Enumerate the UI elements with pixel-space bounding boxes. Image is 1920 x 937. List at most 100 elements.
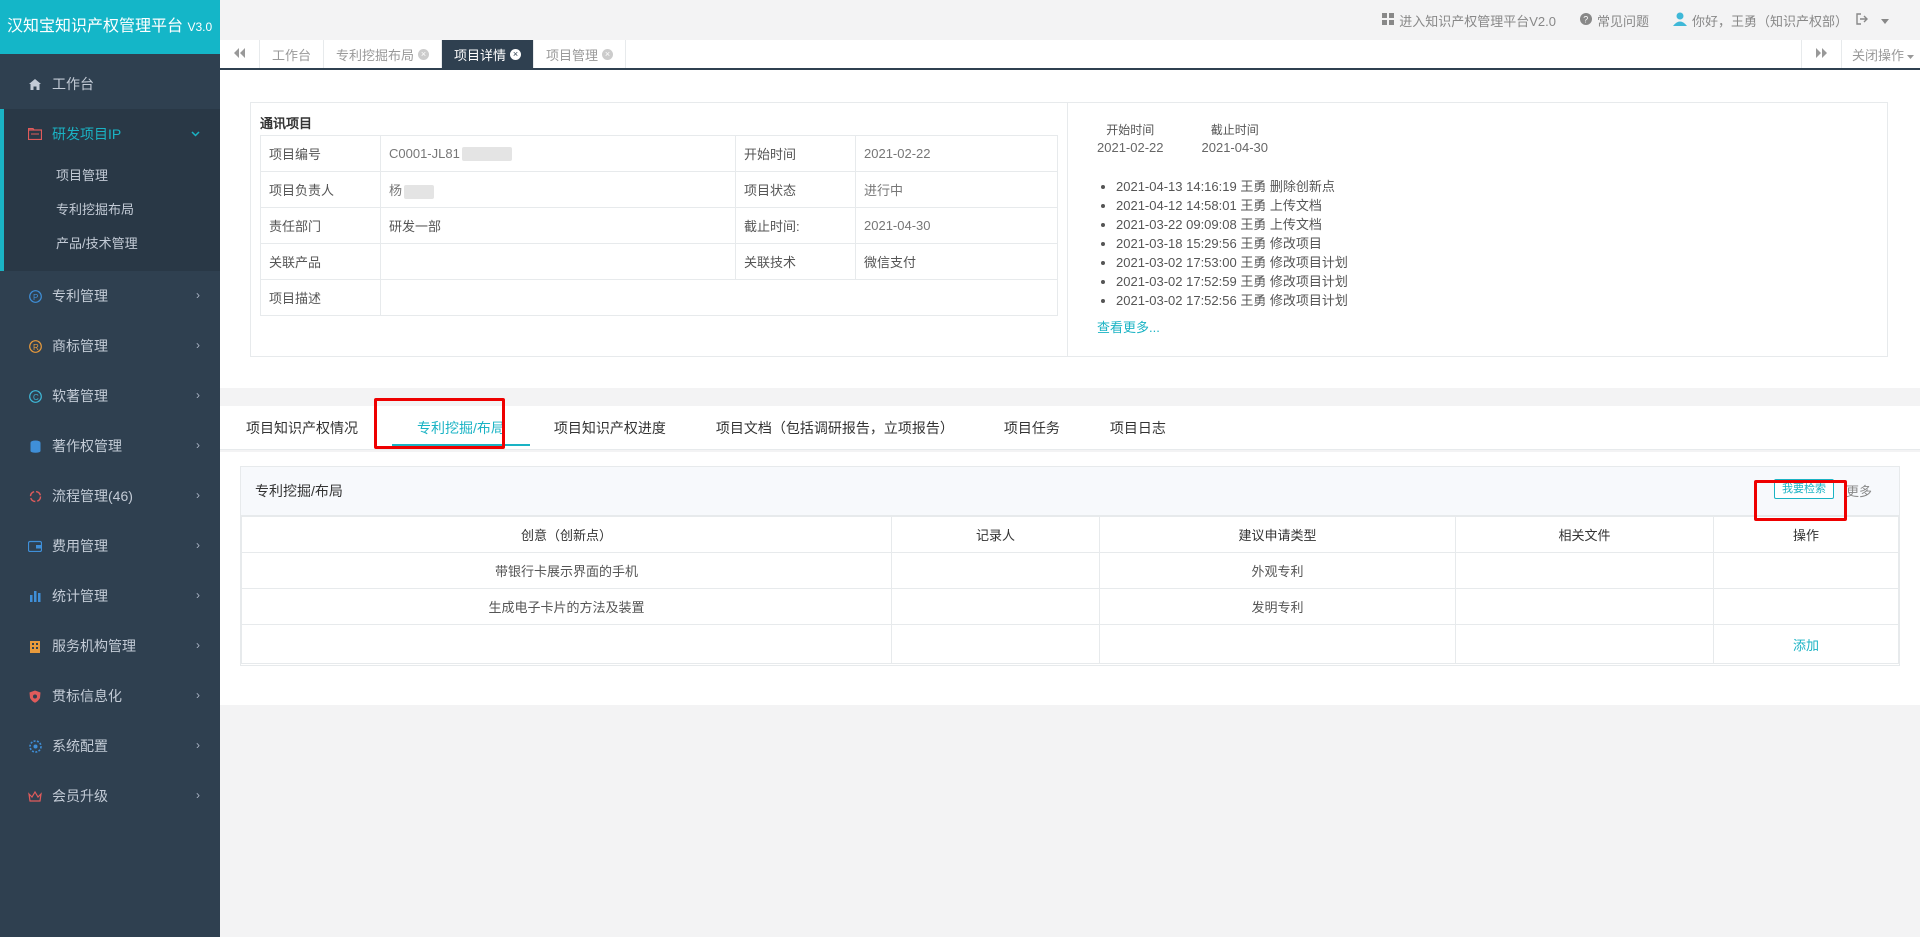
close-operations-label: 关闭操作 bbox=[1851, 47, 1904, 63]
view-more-link[interactable]: 查看更多... bbox=[1097, 317, 1160, 336]
patent-mining-title: 专利挖掘/布局 bbox=[255, 483, 343, 499]
deadline-label: 截止时间: bbox=[735, 207, 856, 244]
tab-project-docs[interactable]: 项目文档（包括调研报告，立项报告） bbox=[716, 406, 954, 450]
log-item: 2021-04-13 14:16:19 王勇 删除创新点 bbox=[1116, 177, 1348, 196]
sidebar-item-system-config[interactable]: 系统配置 › bbox=[0, 721, 220, 771]
svg-text:R: R bbox=[33, 343, 39, 352]
table-row: 关联产品 关联技术 微信支付 bbox=[260, 243, 1058, 280]
project-status-label: 项目状态 bbox=[735, 171, 856, 208]
tabs-right-controls: 关闭操作 bbox=[1800, 40, 1920, 68]
chevron-right-icon: › bbox=[196, 638, 200, 652]
project-number-label: 项目编号 bbox=[260, 135, 381, 172]
sidebar-item-fees[interactable]: 费用管理 › bbox=[0, 521, 220, 571]
tab-patent-mining[interactable]: 专利挖掘/布局 bbox=[392, 406, 530, 450]
project-status-value: 进行中 bbox=[855, 171, 1058, 208]
tabs-scroll-right[interactable] bbox=[1800, 40, 1841, 68]
add-link[interactable]: 添加 bbox=[1793, 638, 1819, 653]
page-tab-label: 项目管理 bbox=[546, 47, 599, 63]
crown-icon bbox=[26, 790, 44, 802]
chevron-right-icon: › bbox=[196, 488, 200, 502]
project-desc-value bbox=[380, 279, 1058, 316]
log-item: 2021-04-12 14:58:01 王勇 上传文档 bbox=[1116, 196, 1348, 215]
sidebar-item-label: 研发项目IP bbox=[52, 126, 122, 142]
enter-v2-link[interactable]: 进入知识产权管理平台V2.0 bbox=[1382, 11, 1556, 30]
patent-mining-panel: 专利挖掘/布局 我要检索 更多 创意（创新点） 记录人 建议申请类型 相关文件 … bbox=[220, 452, 1920, 705]
end-date-value: 2021-04-30 bbox=[1201, 140, 1269, 155]
project-overview-panel: 通讯项目 项目编号 C0001-JL81 开始时间 2021-02-22 项目负… bbox=[220, 70, 1920, 388]
page-tab-workbench[interactable]: 工作台 bbox=[260, 40, 325, 68]
col-header-actions: 操作 bbox=[1713, 516, 1899, 553]
table-row: 生成电子卡片的方法及装置 发明专利 bbox=[241, 588, 1899, 625]
close-operations-dropdown[interactable]: 关闭操作 bbox=[1840, 40, 1920, 68]
sidebar-item-statistics[interactable]: 统计管理 › bbox=[0, 571, 220, 621]
trademark-icon: R bbox=[26, 339, 44, 353]
chevron-right-icon: › bbox=[196, 688, 200, 702]
col-header-apply-type: 建议申请类型 bbox=[1099, 516, 1456, 553]
sidebar-item-workbench[interactable]: 工作台 bbox=[0, 59, 220, 109]
idea-cell: 带银行卡展示界面的手机 bbox=[241, 552, 892, 589]
sidebar-subitem-project-mgmt[interactable]: 项目管理 bbox=[4, 159, 220, 193]
search-button[interactable]: 我要检索 bbox=[1774, 479, 1834, 499]
faq-link[interactable]: ? 常见问题 bbox=[1579, 11, 1649, 30]
sidebar-item-service-agencies[interactable]: 服务机构管理 › bbox=[0, 621, 220, 671]
start-date-label: 开始时间 bbox=[1106, 123, 1155, 137]
page-tab-patent-mining[interactable]: 专利挖掘布局 × bbox=[324, 40, 443, 68]
double-right-icon bbox=[1815, 47, 1827, 61]
sidebar-item-label: 服务机构管理 bbox=[52, 638, 136, 654]
close-icon[interactable]: × bbox=[418, 48, 430, 60]
apply-type-cell: 外观专利 bbox=[1099, 552, 1456, 589]
user-menu[interactable]: 你好，王勇（知识产权部） bbox=[1672, 11, 1894, 30]
table-row: 项目负责人 杨 项目状态 进行中 bbox=[260, 171, 1058, 208]
sidebar-subitem-patent-mining[interactable]: 专利挖掘布局 bbox=[4, 193, 220, 227]
sidebar-item-trademark[interactable]: R 商标管理 › bbox=[0, 321, 220, 371]
building-icon bbox=[26, 640, 44, 653]
sidebar-item-label: 系统配置 bbox=[52, 738, 108, 754]
svg-text:P: P bbox=[33, 293, 38, 302]
end-date: 截止时间 2021-04-30 bbox=[1202, 121, 1269, 155]
faq-label: 常见问题 bbox=[1596, 13, 1649, 29]
actions-cell bbox=[1713, 588, 1899, 625]
related-tech-label: 关联技术 bbox=[735, 243, 856, 280]
grid-icon bbox=[1382, 12, 1395, 28]
tab-ip-status[interactable]: 项目知识产权情况 bbox=[246, 406, 358, 450]
logout-icon[interactable] bbox=[1856, 12, 1868, 28]
sidebar-item-label: 统计管理 bbox=[52, 588, 108, 604]
chevron-right-icon: › bbox=[196, 388, 200, 402]
table-row: 项目编号 C0001-JL81 开始时间 2021-02-22 bbox=[260, 135, 1058, 172]
related-tech-value: 微信支付 bbox=[855, 243, 1058, 280]
sidebar-item-membership[interactable]: 会员升级 › bbox=[0, 771, 220, 821]
table-row: 带银行卡展示界面的手机 外观专利 bbox=[241, 552, 1899, 589]
sidebar-item-patent[interactable]: P 专利管理 › bbox=[0, 271, 220, 321]
page-tab-project-mgmt[interactable]: 项目管理 × bbox=[534, 40, 627, 68]
close-icon[interactable]: × bbox=[602, 48, 614, 60]
add-cell: 添加 bbox=[1713, 624, 1899, 664]
tab-project-tasks[interactable]: 项目任务 bbox=[1004, 406, 1060, 450]
caret-down-icon[interactable] bbox=[1881, 13, 1889, 27]
sidebar-item-workflow[interactable]: 流程管理(46) › bbox=[0, 471, 220, 521]
empty-cell bbox=[891, 624, 1100, 664]
page-tab-project-detail[interactable]: 项目详情 × bbox=[442, 40, 535, 68]
project-owner-value: 杨 bbox=[380, 171, 736, 208]
recorder-cell bbox=[891, 588, 1100, 625]
more-button[interactable]: 更多 bbox=[1846, 481, 1872, 500]
sidebar-item-label: 著作权管理 bbox=[52, 438, 122, 454]
tab-ip-progress[interactable]: 项目知识产权进度 bbox=[554, 406, 666, 450]
tab-project-log[interactable]: 项目日志 bbox=[1110, 406, 1166, 450]
sidebar-item-label: 软著管理 bbox=[52, 388, 108, 404]
project-timeline: 开始时间 2021-02-22 截止时间 2021-04-30 2021-04-… bbox=[1069, 103, 1887, 356]
sidebar-item-label: 商标管理 bbox=[52, 338, 108, 354]
sidebar-item-copyright[interactable]: 著作权管理 › bbox=[0, 421, 220, 471]
page-tab-label: 工作台 bbox=[272, 47, 312, 63]
sidebar-item-standards[interactable]: 贯标信息化 › bbox=[0, 671, 220, 721]
tabs-scroll-left[interactable] bbox=[220, 40, 260, 68]
project-sub-tabs: 项目知识产权情况 专利挖掘/布局 项目知识产权进度 项目文档（包括调研报告，立项… bbox=[220, 406, 1920, 450]
start-time-value: 2021-02-22 bbox=[855, 135, 1058, 172]
sidebar-item-software-copyright[interactable]: C 软著管理 › bbox=[0, 371, 220, 421]
empty-cell bbox=[1099, 624, 1456, 664]
sidebar-item-rd-project[interactable]: 研发项目IP bbox=[4, 109, 220, 159]
sidebar-group-rd: 研发项目IP 项目管理 专利挖掘布局 产品/技术管理 bbox=[0, 109, 220, 271]
close-icon[interactable]: × bbox=[510, 48, 522, 60]
related-product-label: 关联产品 bbox=[260, 243, 381, 280]
brand-title: 汉知宝知识产权管理平台 bbox=[7, 18, 184, 35]
sidebar-subitem-product-tech[interactable]: 产品/技术管理 bbox=[4, 227, 220, 261]
